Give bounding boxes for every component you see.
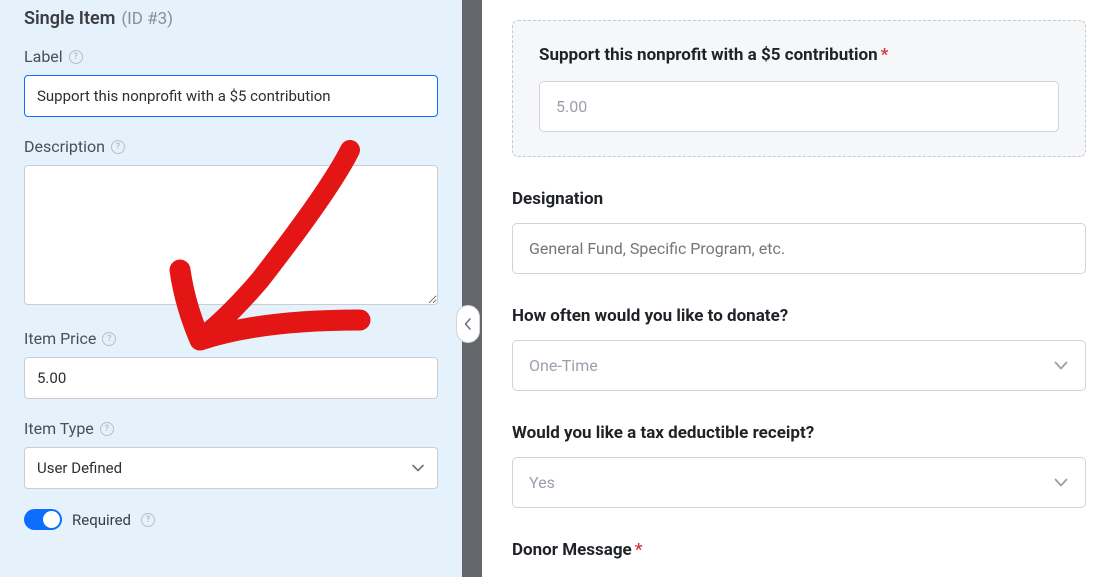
designation-label: Designation <box>512 189 1086 209</box>
contribution-field-label: Support this nonprofit with a $5 contrib… <box>539 45 1059 65</box>
item-type-field-label: Item Type ? <box>24 419 438 438</box>
frequency-field[interactable]: How often would you like to donate? One-… <box>512 306 1086 391</box>
donor-message-field[interactable]: Donor Message* <box>512 540 1086 560</box>
help-icon[interactable]: ? <box>69 50 83 64</box>
help-icon[interactable]: ? <box>100 422 114 436</box>
help-icon[interactable]: ? <box>141 513 155 527</box>
donor-message-label: Donor Message* <box>512 540 1086 560</box>
contribution-input[interactable] <box>539 81 1059 132</box>
receipt-select[interactable]: Yes <box>512 457 1086 508</box>
required-toggle[interactable] <box>24 509 62 530</box>
panel-title: Single Item <box>24 8 115 29</box>
required-star: * <box>881 45 889 65</box>
required-toggle-row: Required ? <box>24 509 438 530</box>
frequency-select-wrapper: One-Time <box>512 340 1086 391</box>
panel-id: (ID #3) <box>121 9 173 29</box>
item-price-text: Item Price <box>24 329 96 348</box>
description-text: Description <box>24 137 105 156</box>
chevron-left-icon <box>464 318 472 330</box>
item-type-select-wrapper: User Defined <box>24 447 438 489</box>
label-field-group: Label ? <box>24 47 438 117</box>
item-price-field-label: Item Price ? <box>24 329 438 348</box>
selected-field-preview[interactable]: Support this nonprofit with a $5 contrib… <box>512 20 1086 157</box>
receipt-field[interactable]: Would you like a tax deductible receipt?… <box>512 423 1086 508</box>
designation-input[interactable] <box>512 223 1086 274</box>
frequency-select[interactable]: One-Time <box>512 340 1086 391</box>
field-settings-panel: Single Item (ID #3) Label ? Description … <box>0 0 462 577</box>
item-price-input[interactable] <box>24 357 438 399</box>
description-field-label: Description ? <box>24 137 438 156</box>
required-label: Required <box>72 511 131 529</box>
item-type-text: Item Type <box>24 419 94 438</box>
panel-divider <box>462 0 482 577</box>
item-type-select[interactable]: User Defined <box>24 447 438 489</box>
label-text: Label <box>24 47 63 66</box>
item-price-field-group: Item Price ? <box>24 329 438 399</box>
collapse-handle[interactable] <box>456 305 480 343</box>
receipt-label: Would you like a tax deductible receipt? <box>512 423 1086 443</box>
toggle-knob <box>43 511 60 528</box>
item-type-field-group: Item Type ? User Defined <box>24 419 438 489</box>
help-icon[interactable]: ? <box>102 332 116 346</box>
description-textarea[interactable] <box>24 165 438 305</box>
label-field-label: Label ? <box>24 47 438 66</box>
label-input[interactable] <box>24 75 438 117</box>
help-icon[interactable]: ? <box>111 140 125 154</box>
receipt-select-wrapper: Yes <box>512 457 1086 508</box>
description-field-group: Description ? <box>24 137 438 309</box>
panel-title-row: Single Item (ID #3) <box>24 8 438 29</box>
frequency-label: How often would you like to donate? <box>512 306 1086 326</box>
designation-field[interactable]: Designation <box>512 189 1086 274</box>
form-preview-panel: Support this nonprofit with a $5 contrib… <box>482 0 1116 577</box>
required-star: * <box>635 540 643 560</box>
